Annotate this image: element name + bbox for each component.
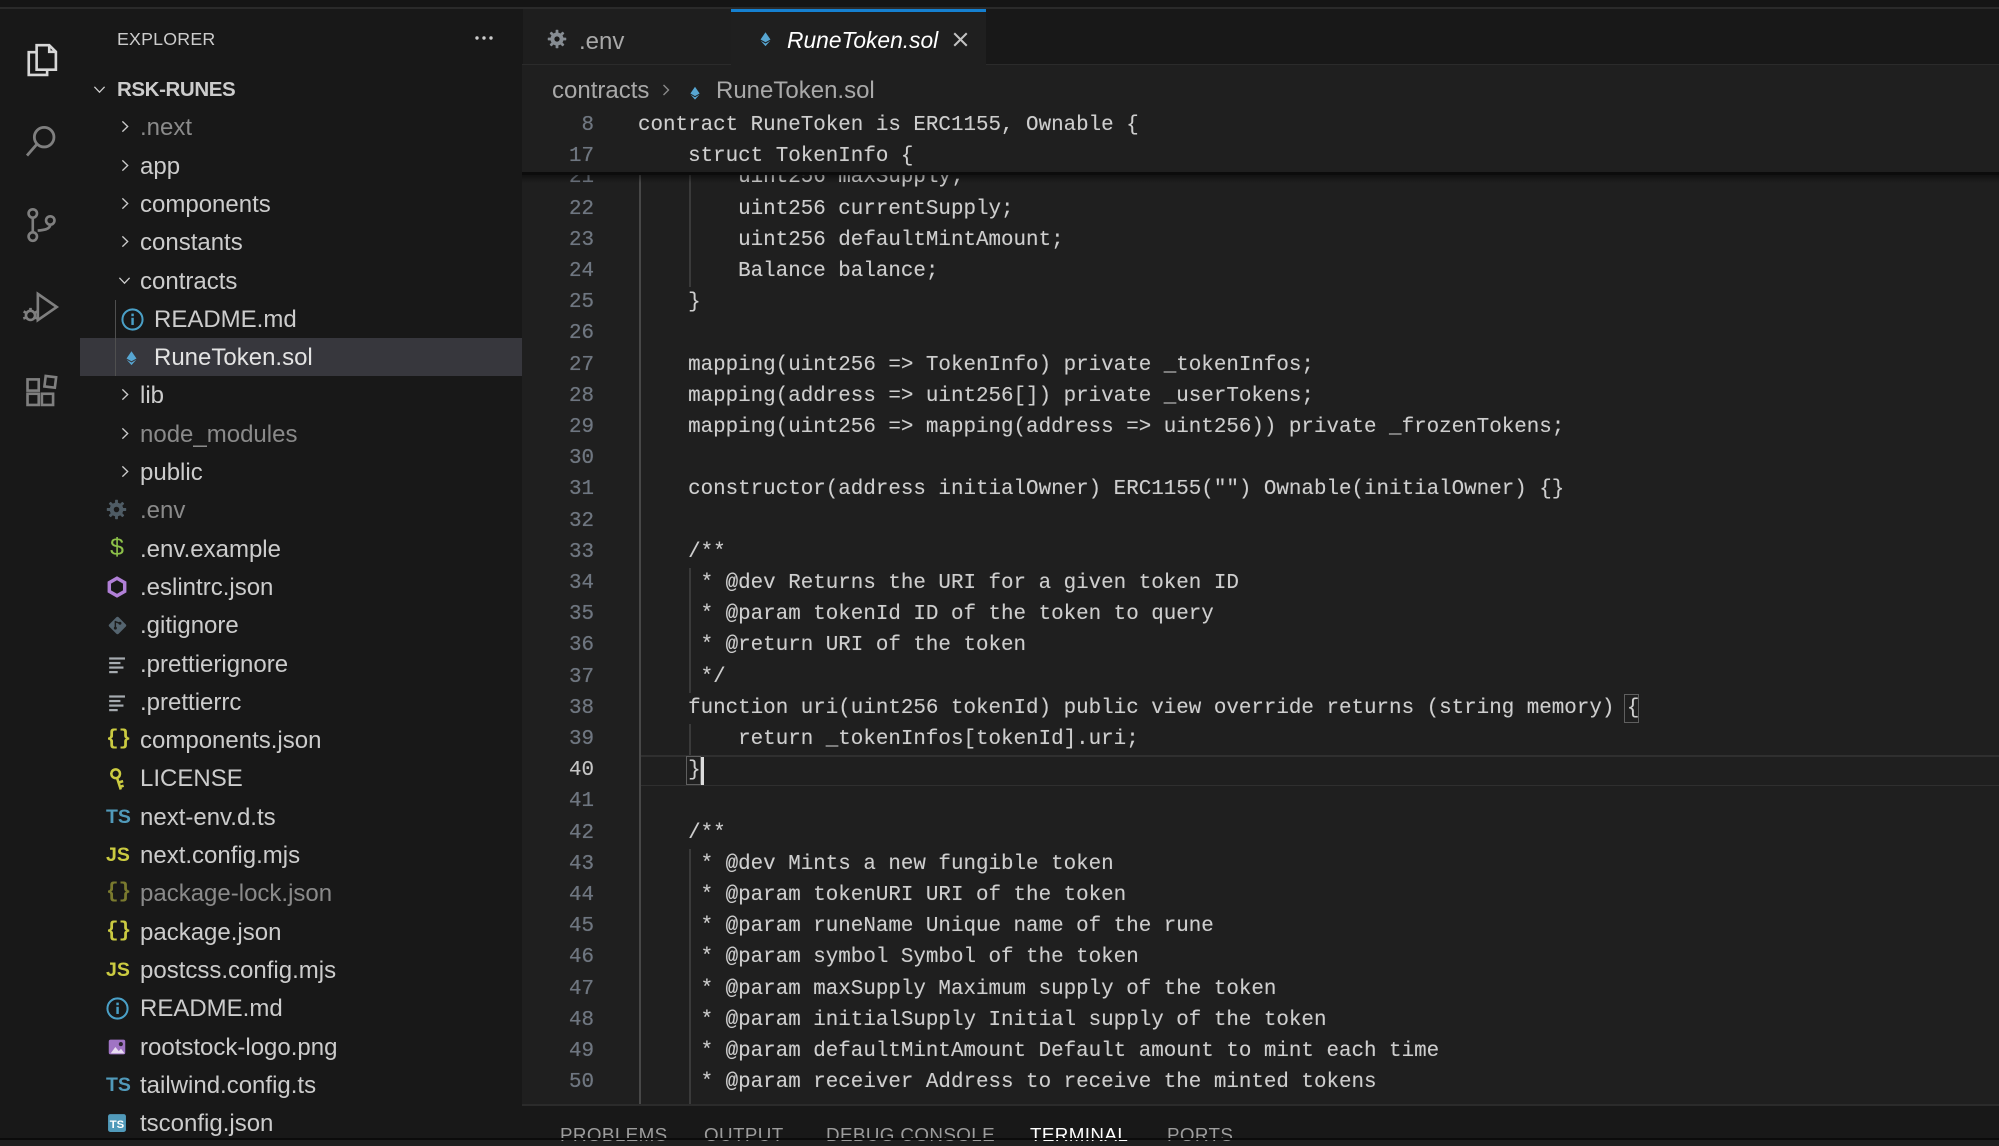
svg-text:TS: TS xyxy=(110,1119,125,1131)
